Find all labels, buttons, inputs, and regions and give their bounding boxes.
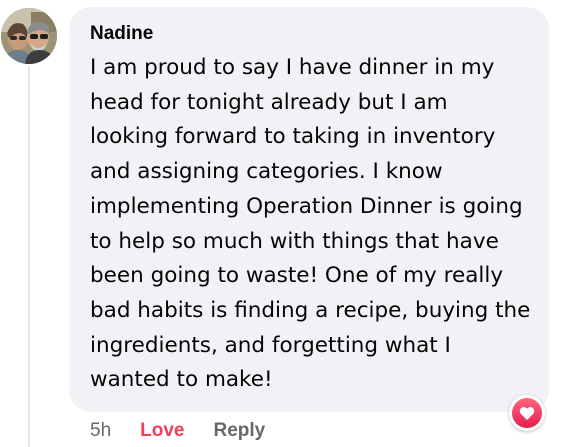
love-reaction [512, 398, 542, 428]
comment-bubble: Nadine I am proud to say I have dinner i… [69, 7, 549, 412]
thread-line [28, 66, 30, 447]
profile-photo-icon [1, 8, 57, 64]
comment-actions: 5h Love Reply [90, 418, 265, 444]
heart-icon [519, 406, 535, 420]
comment-container: Nadine I am proud to say I have dinner i… [0, 0, 567, 447]
comment-text: I am proud to say I have dinner in my he… [90, 55, 531, 393]
love-button[interactable]: Love [140, 420, 184, 442]
reaction-badge[interactable] [509, 395, 545, 431]
reply-button[interactable]: Reply [214, 420, 266, 442]
avatar[interactable] [1, 8, 57, 64]
comment-author[interactable]: Nadine [90, 21, 531, 47]
timestamp[interactable]: 5h [90, 420, 111, 442]
